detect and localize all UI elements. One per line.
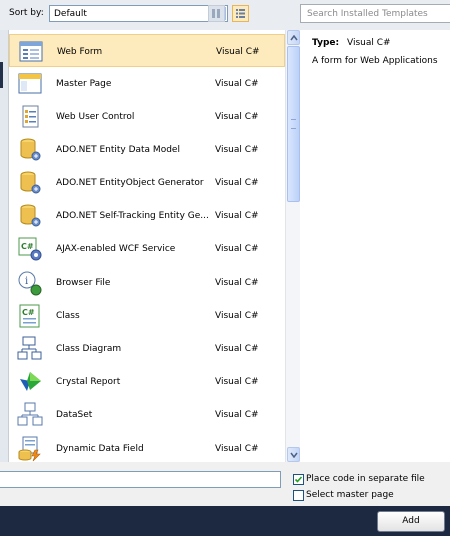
crystal-report-icon bbox=[20, 372, 41, 391]
template-name: DataSet bbox=[56, 410, 93, 420]
place-code-label[interactable]: Place code in separate file bbox=[306, 474, 425, 484]
template-row-web-user-control[interactable]: Web User Control Visual C# bbox=[9, 100, 285, 133]
template-list: Web Form Visual C# Master Page Visual C#… bbox=[9, 30, 285, 462]
template-row-dataset[interactable]: DataSet Visual C# bbox=[9, 398, 285, 431]
template-language: Visual C# bbox=[215, 112, 259, 122]
medium-icons-view-button[interactable] bbox=[232, 5, 249, 22]
search-box bbox=[300, 4, 450, 23]
template-row-web-form[interactable]: Web Form Visual C# bbox=[9, 34, 285, 67]
small-icons-view-icon bbox=[212, 9, 220, 18]
name-field[interactable] bbox=[0, 471, 281, 488]
template-language: Visual C# bbox=[215, 278, 259, 288]
template-row-entityobject-generator[interactable]: ADO.NET EntityObject Generator Visual C# bbox=[9, 166, 285, 199]
place-code-checkbox[interactable] bbox=[293, 474, 304, 485]
scrollbar-grip bbox=[291, 119, 296, 129]
wcf-service-icon: C# bbox=[18, 237, 42, 261]
type-value: Visual C# bbox=[347, 38, 391, 48]
template-details-pane: Type: Visual C# A form for Web Applicati… bbox=[300, 30, 450, 462]
svg-text:C#: C# bbox=[22, 308, 35, 317]
sort-by-label: Sort by: bbox=[9, 8, 44, 18]
template-language: Visual C# bbox=[215, 311, 259, 321]
scroll-up-button[interactable] bbox=[287, 30, 300, 45]
web-user-control-icon bbox=[22, 105, 39, 128]
select-master-page-label[interactable]: Select master page bbox=[306, 490, 394, 500]
browser-file-icon: i bbox=[18, 271, 42, 296]
template-list-scrollbar[interactable] bbox=[285, 30, 300, 462]
template-name: Class Diagram bbox=[56, 344, 122, 354]
template-name: ADO.NET Self-Tracking Entity Ge... bbox=[56, 211, 209, 221]
checkmark-icon bbox=[294, 476, 303, 483]
medium-icons-view-icon bbox=[236, 9, 245, 18]
template-name: Crystal Report bbox=[56, 377, 121, 387]
template-row-crystal-report[interactable]: Crystal Report Visual C# bbox=[9, 365, 285, 398]
template-row-class-diagram[interactable]: Class Diagram Visual C# bbox=[9, 332, 285, 365]
template-name: Dynamic Data Field bbox=[56, 444, 144, 454]
template-name: Browser File bbox=[56, 278, 111, 288]
type-label: Type: bbox=[312, 38, 340, 48]
template-row-wcf-service[interactable]: C# AJAX-enabled WCF Service Visual C# bbox=[9, 232, 285, 265]
template-language: Visual C# bbox=[216, 47, 260, 57]
template-language: Visual C# bbox=[215, 244, 259, 254]
search-input[interactable] bbox=[301, 5, 450, 22]
template-name: ADO.NET EntityObject Generator bbox=[56, 178, 204, 188]
sort-by-dropdown[interactable]: Default bbox=[49, 5, 228, 22]
template-language: Visual C# bbox=[215, 211, 259, 221]
template-language: Visual C# bbox=[215, 410, 259, 420]
entity-data-model-icon bbox=[20, 138, 41, 161]
template-row-entity-data-model[interactable]: ADO.NET Entity Data Model Visual C# bbox=[9, 133, 285, 166]
sort-by-value: Default bbox=[54, 9, 87, 19]
template-row-browser-file[interactable]: i Browser File Visual C# bbox=[9, 266, 285, 299]
template-name: Master Page bbox=[56, 79, 112, 89]
master-page-icon bbox=[18, 73, 42, 94]
template-name: ADO.NET Entity Data Model bbox=[56, 145, 180, 155]
template-name: AJAX-enabled WCF Service bbox=[56, 244, 176, 254]
template-row-self-tracking-entity[interactable]: ADO.NET Self-Tracking Entity Ge... Visua… bbox=[9, 199, 285, 232]
template-row-master-page[interactable]: Master Page Visual C# bbox=[9, 67, 285, 100]
template-language: Visual C# bbox=[215, 145, 259, 155]
chevron-down-icon bbox=[290, 452, 298, 458]
template-language: Visual C# bbox=[215, 444, 259, 454]
svg-text:i: i bbox=[25, 276, 28, 287]
small-icons-view-button[interactable] bbox=[208, 5, 225, 22]
template-row-dynamic-data-field[interactable]: Dynamic Data Field Visual C# bbox=[9, 432, 285, 465]
category-pane-edge bbox=[0, 30, 9, 462]
template-name: Class bbox=[56, 311, 80, 321]
template-language: Visual C# bbox=[215, 79, 259, 89]
web-form-icon bbox=[19, 41, 43, 62]
template-name: Web User Control bbox=[56, 112, 135, 122]
template-row-class[interactable]: C# Class Visual C# bbox=[9, 299, 285, 332]
template-name: Web Form bbox=[57, 47, 103, 57]
select-master-page-checkbox[interactable] bbox=[293, 490, 304, 501]
dataset-icon bbox=[17, 402, 43, 426]
entity-generator-icon bbox=[20, 171, 41, 194]
dynamic-data-field-icon bbox=[18, 436, 41, 462]
svg-text:C#: C# bbox=[21, 242, 34, 251]
category-selection-marker bbox=[0, 62, 3, 88]
scrollbar-thumb[interactable] bbox=[287, 46, 300, 202]
template-language: Visual C# bbox=[215, 178, 259, 188]
template-language: Visual C# bbox=[215, 344, 259, 354]
class-diagram-icon bbox=[17, 336, 42, 360]
class-icon: C# bbox=[19, 304, 40, 328]
chevron-up-icon bbox=[290, 35, 298, 41]
template-language: Visual C# bbox=[215, 377, 259, 387]
template-description: A form for Web Applications bbox=[312, 56, 438, 66]
self-tracking-entity-icon bbox=[20, 204, 41, 227]
scroll-down-button[interactable] bbox=[287, 447, 300, 462]
add-button[interactable]: Add bbox=[377, 511, 445, 532]
